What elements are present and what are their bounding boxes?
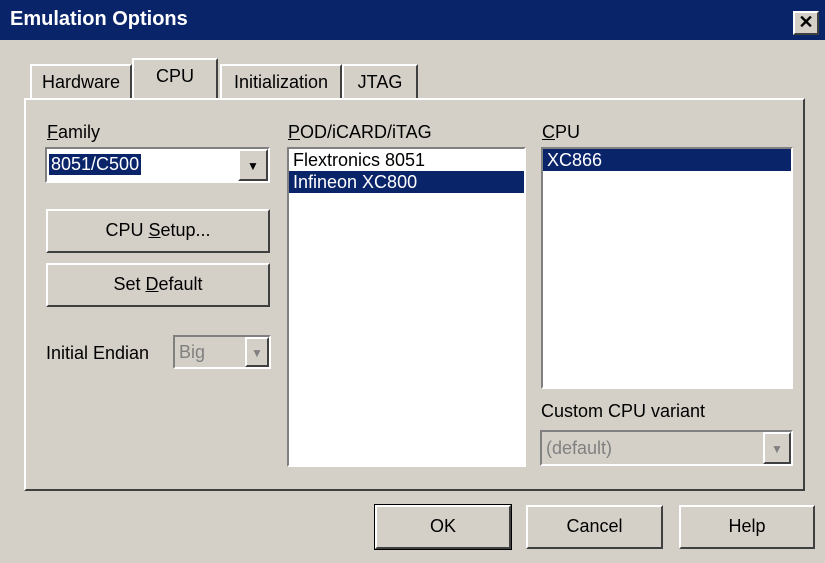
family-combobox[interactable]: 8051/C500 ▼ (45, 147, 270, 183)
initial-endian-dropdown-button: ▼ (245, 337, 269, 367)
list-item[interactable]: Infineon XC800 (289, 171, 524, 193)
initial-endian-combobox: Big ▼ (173, 335, 271, 369)
tab-cpu[interactable]: CPU (132, 58, 218, 98)
initial-endian-value: Big (179, 342, 206, 362)
custom-cpu-variant-label: Custom CPU variant (541, 401, 706, 421)
tab-cpu-label: CPU (155, 66, 194, 86)
family-label: Family (47, 122, 101, 142)
list-item[interactable]: XC866 (543, 149, 791, 171)
close-button[interactable]: ✕ (793, 11, 819, 35)
window-title: Emulation Options (10, 8, 188, 30)
custom-cpu-variant-combobox: (default) ▼ (540, 430, 793, 466)
custom-variant-dropdown-button: ▼ (763, 432, 791, 464)
family-selected-value: 8051/C500 (49, 154, 142, 175)
ok-button[interactable]: OK (374, 504, 512, 550)
chevron-down-icon: ▼ (251, 346, 263, 360)
chevron-down-icon: ▼ (247, 159, 259, 173)
tab-jtag[interactable]: JTAG (342, 64, 418, 98)
help-button[interactable]: Help (679, 505, 815, 549)
list-item[interactable]: Flextronics 8051 (289, 149, 524, 171)
family-dropdown-button[interactable]: ▼ (238, 149, 268, 181)
tab-initialization[interactable]: Initialization (220, 64, 342, 98)
close-icon: ✕ (798, 12, 814, 32)
pod-label: POD/iCARD/iTAG (288, 122, 432, 142)
initial-endian-label: Initial Endian (46, 343, 150, 363)
cancel-button[interactable]: Cancel (526, 505, 663, 549)
tab-hardware[interactable]: Hardware (30, 64, 132, 98)
pod-listbox[interactable]: Flextronics 8051 Infineon XC800 (287, 147, 526, 467)
cpu-label: CPU (542, 122, 581, 142)
cpu-setup-button[interactable]: CPU Setup... (46, 209, 270, 253)
tab-jtag-label: JTAG (357, 72, 403, 92)
tab-initialization-label: Initialization (233, 72, 329, 92)
tab-hardware-label: Hardware (41, 72, 121, 92)
custom-cpu-variant-value: (default) (546, 438, 613, 458)
title-bar: Emulation Options ✕ (0, 0, 825, 40)
set-default-button[interactable]: Set Default (46, 263, 270, 307)
cpu-listbox[interactable]: XC866 (541, 147, 793, 389)
emulation-options-dialog: Emulation Options ✕ Hardware CPU Initial… (0, 0, 825, 563)
chevron-down-icon: ▼ (771, 442, 783, 456)
